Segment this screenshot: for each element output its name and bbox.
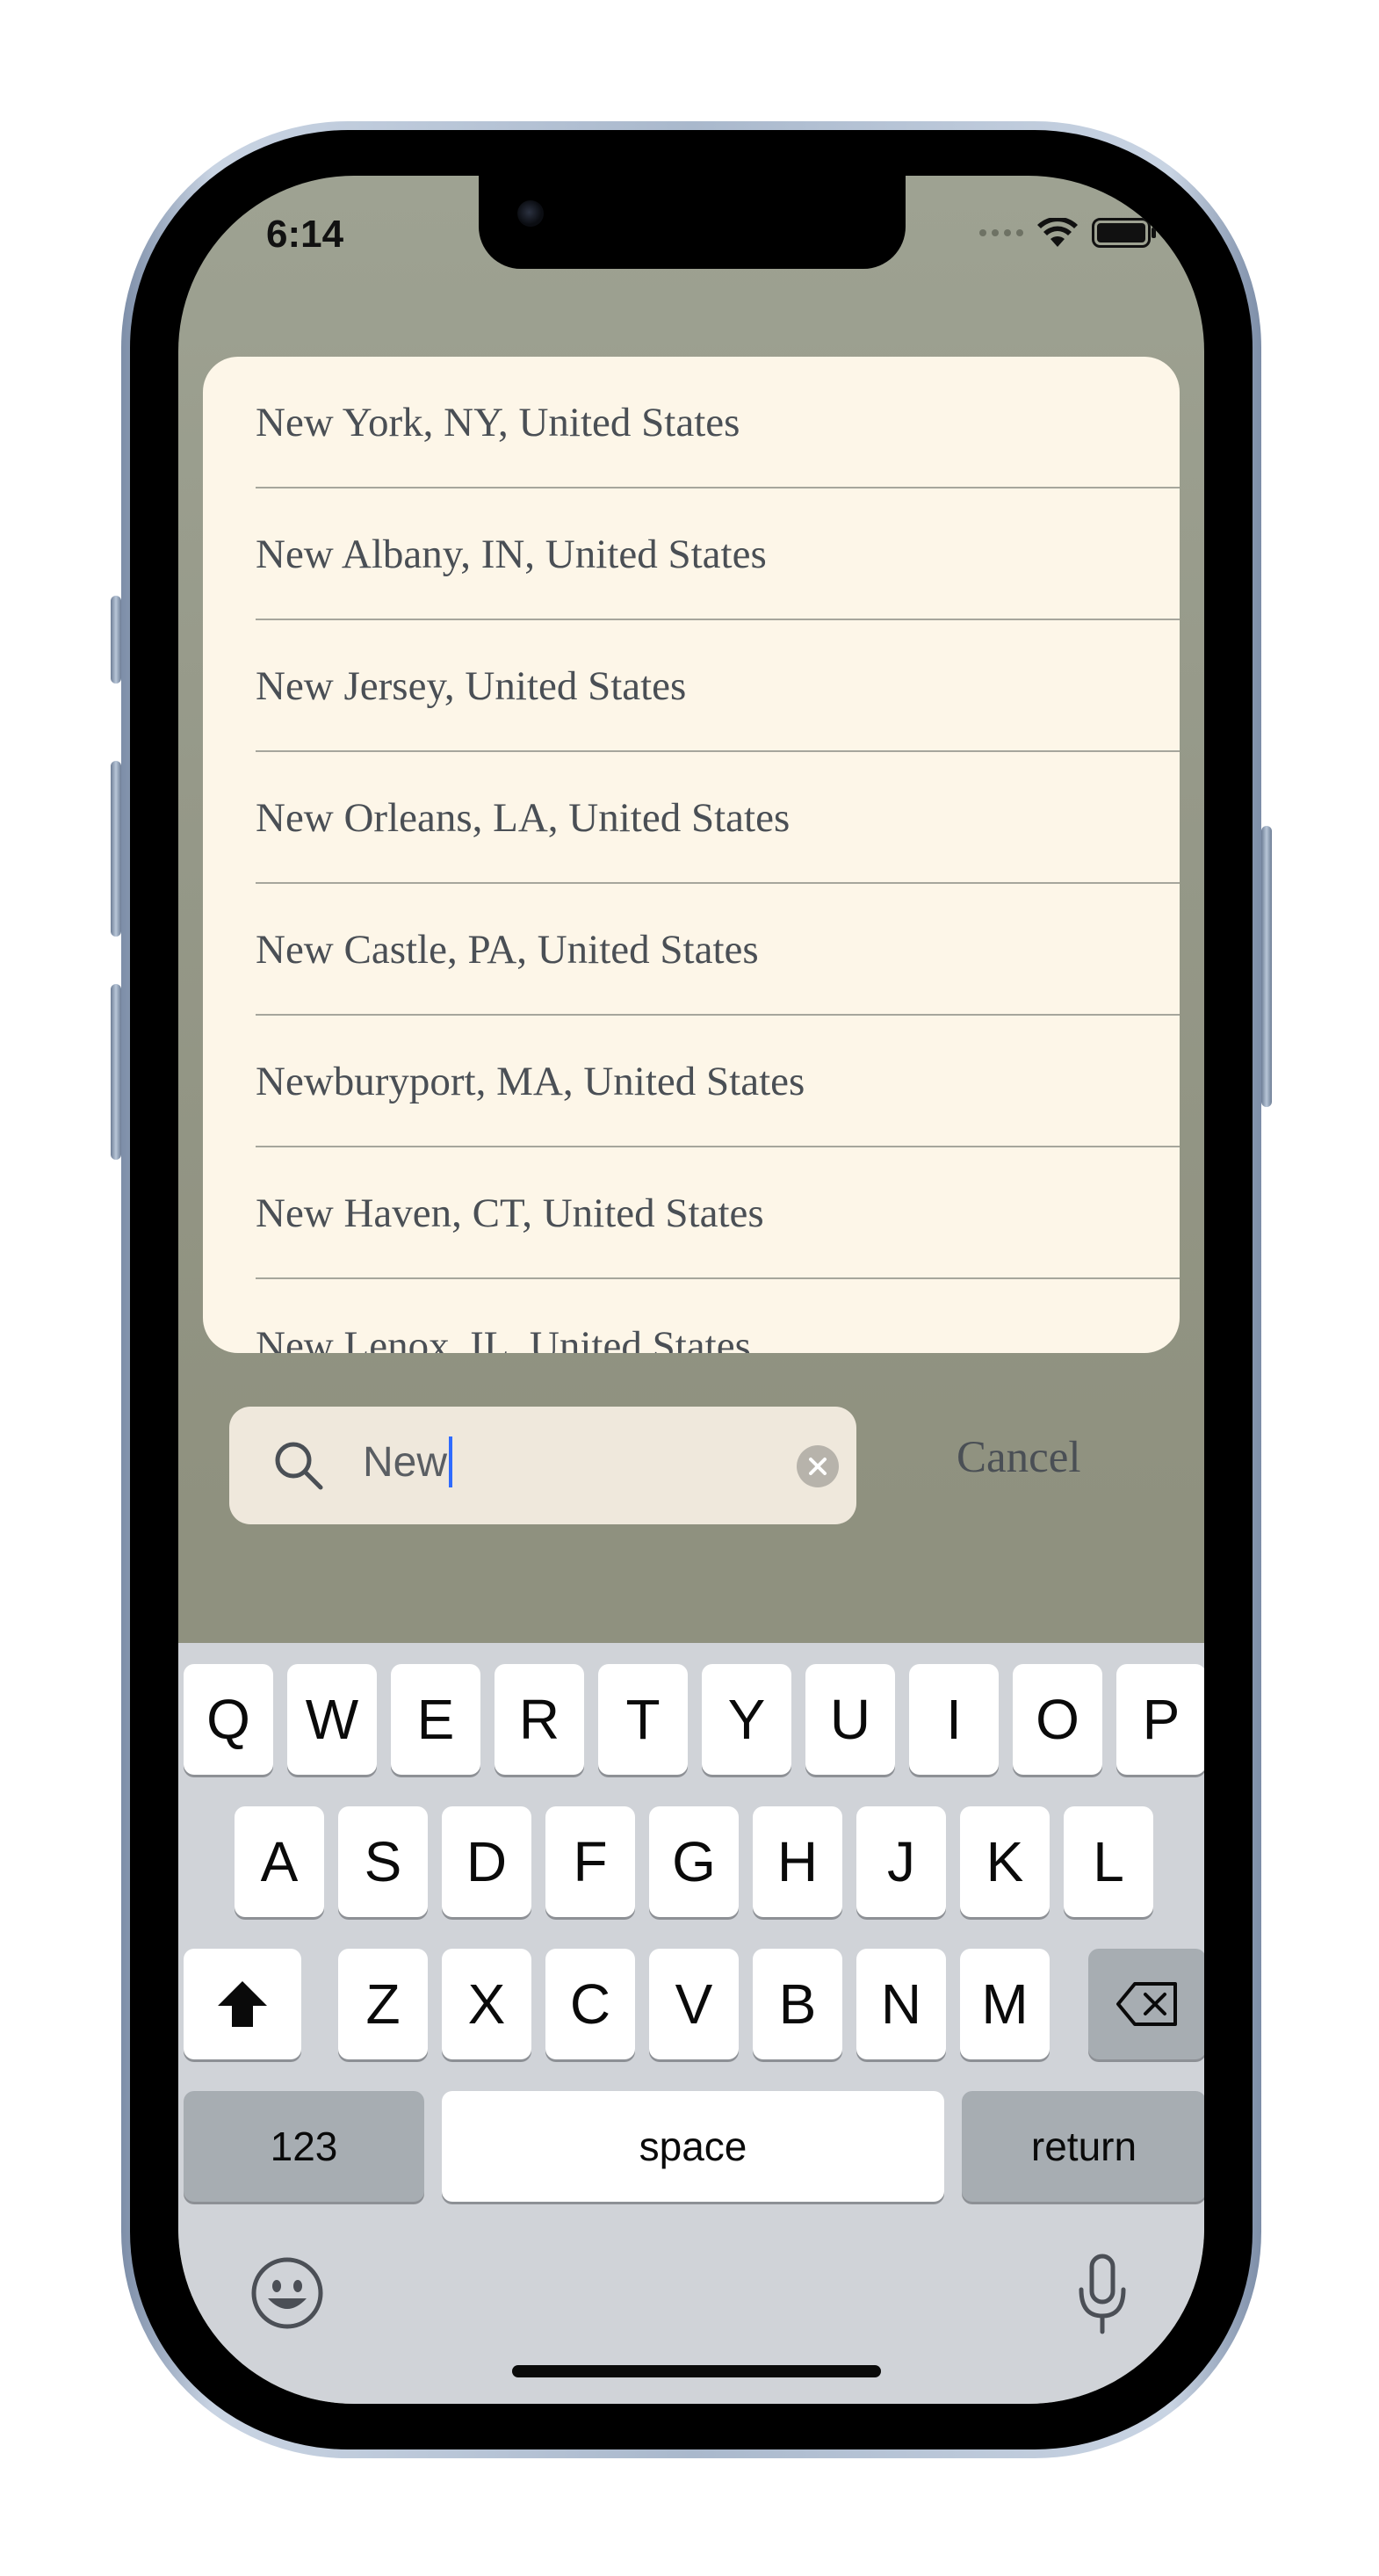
- key-n[interactable]: N: [856, 1949, 946, 2059]
- key-l[interactable]: L: [1064, 1806, 1153, 1917]
- key-f[interactable]: F: [545, 1806, 635, 1917]
- key-j[interactable]: J: [856, 1806, 946, 1917]
- backspace-icon: [1116, 1982, 1177, 2026]
- key-b[interactable]: B: [753, 1949, 842, 2059]
- key-k[interactable]: K: [960, 1806, 1050, 1917]
- result-item[interactable]: New Castle, PA, United States: [256, 884, 1180, 1016]
- notch: [479, 176, 906, 269]
- home-indicator[interactable]: [512, 2365, 881, 2377]
- volume-down-button: [111, 984, 121, 1160]
- microphone-icon[interactable]: [1074, 2253, 1130, 2337]
- result-item[interactable]: New Lenox, IL, United States: [256, 1279, 1180, 1353]
- clear-icon: [809, 1458, 827, 1475]
- status-time: 6:14: [266, 213, 344, 256]
- status-indicators: [979, 218, 1157, 248]
- result-item[interactable]: New Haven, CT, United States: [256, 1147, 1180, 1279]
- key-c[interactable]: C: [545, 1949, 635, 2059]
- key-a[interactable]: A: [235, 1806, 324, 1917]
- result-item[interactable]: New Jersey, United States: [256, 620, 1180, 752]
- result-item[interactable]: New York, NY, United States: [256, 357, 1180, 488]
- key-v[interactable]: V: [649, 1949, 739, 2059]
- shift-key[interactable]: [184, 1949, 301, 2059]
- key-z[interactable]: Z: [338, 1949, 428, 2059]
- key-i[interactable]: I: [909, 1664, 999, 1775]
- search-icon: [275, 1442, 323, 1490]
- screen: 6:14 New York, NY, United States New Alb…: [178, 176, 1204, 2404]
- text-caret: [449, 1436, 453, 1487]
- search-field[interactable]: New: [229, 1407, 856, 1524]
- key-g[interactable]: G: [649, 1806, 739, 1917]
- space-key[interactable]: space: [442, 2091, 944, 2202]
- result-item[interactable]: Newburyport, MA, United States: [256, 1016, 1180, 1147]
- key-u[interactable]: U: [805, 1664, 895, 1775]
- power-button: [1261, 826, 1272, 1107]
- key-r[interactable]: R: [495, 1664, 584, 1775]
- volume-up-button: [111, 761, 121, 937]
- key-y[interactable]: Y: [702, 1664, 791, 1775]
- shift-icon: [218, 1981, 267, 2027]
- return-key[interactable]: return: [962, 2091, 1204, 2202]
- wifi-icon: [1037, 218, 1078, 247]
- result-item[interactable]: New Orleans, LA, United States: [256, 752, 1180, 884]
- clear-search-button[interactable]: [797, 1445, 839, 1487]
- phone-frame: 6:14 New York, NY, United States New Alb…: [111, 121, 1272, 2458]
- search-input[interactable]: New: [363, 1436, 453, 1487]
- silent-switch: [111, 596, 121, 684]
- key-x[interactable]: X: [442, 1949, 531, 2059]
- search-input-value: New: [363, 1438, 448, 1486]
- cellular-signal-icon: [979, 229, 1023, 236]
- backspace-key[interactable]: [1088, 1949, 1204, 2059]
- key-q[interactable]: Q: [184, 1664, 273, 1775]
- result-item[interactable]: New Albany, IN, United States: [256, 488, 1180, 620]
- keyboard: Q W E R T Y U I O P A S D F G H J K L Z …: [178, 1643, 1204, 2404]
- key-m[interactable]: M: [960, 1949, 1050, 2059]
- key-d[interactable]: D: [442, 1806, 531, 1917]
- cancel-button[interactable]: Cancel: [957, 1432, 1081, 1483]
- key-o[interactable]: O: [1013, 1664, 1102, 1775]
- key-w[interactable]: W: [287, 1664, 377, 1775]
- key-h[interactable]: H: [753, 1806, 842, 1917]
- search-results-list[interactable]: New York, NY, United States New Albany, …: [203, 357, 1180, 1353]
- front-camera: [517, 200, 544, 227]
- key-p[interactable]: P: [1116, 1664, 1204, 1775]
- key-e[interactable]: E: [391, 1664, 480, 1775]
- emoji-icon[interactable]: [250, 2256, 324, 2330]
- numbers-key[interactable]: 123: [184, 2091, 424, 2202]
- key-t[interactable]: T: [598, 1664, 688, 1775]
- key-s[interactable]: S: [338, 1806, 428, 1917]
- battery-icon: [1092, 218, 1156, 248]
